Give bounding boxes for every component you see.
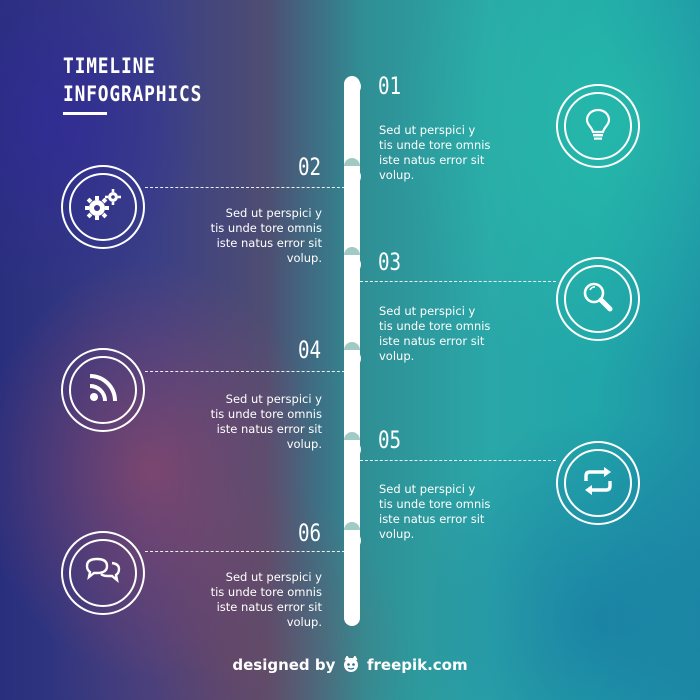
- title-line-2: INFOGRAPHICS: [63, 82, 203, 106]
- title-underline: [63, 112, 107, 115]
- footer-brand: freepik.com: [366, 656, 468, 674]
- step-icon-ring: [564, 265, 632, 333]
- description-line: volup.: [286, 437, 322, 451]
- step-number: 03: [378, 248, 402, 276]
- step-icon-circle: [556, 257, 640, 341]
- description-line: Sed ut perspici y: [379, 304, 476, 318]
- step-description: Sed ut perspici y tis unde tore omnis is…: [182, 570, 322, 630]
- rss-icon: [87, 372, 119, 408]
- step-number: 04: [298, 336, 322, 364]
- footer-prefix: designed by: [232, 656, 336, 674]
- connector-line: [145, 551, 345, 552]
- connector-line: [145, 371, 345, 372]
- search-icon: [582, 281, 614, 317]
- step-icon-circle: [61, 531, 145, 615]
- description-line: iste natus error sit: [379, 512, 485, 526]
- timeline-marker-05: [344, 441, 361, 458]
- page-title: TIMELINE INFOGRAPHICS: [63, 52, 202, 108]
- step-icon-ring: [564, 92, 632, 160]
- step-description: Sed ut perspici y tis unde tore omnis is…: [379, 304, 519, 364]
- step-icon-ring: [69, 356, 137, 424]
- refresh-icon: [581, 467, 615, 499]
- description-line: tis unde tore omnis: [379, 497, 491, 511]
- step-icon-circle: [556, 441, 640, 525]
- step-icon-circle: [61, 348, 145, 432]
- description-line: Sed ut perspici y: [225, 392, 322, 406]
- description-line: tis unde tore omnis: [210, 221, 322, 235]
- title-line-1: TIMELINE: [63, 54, 156, 78]
- step-description: Sed ut perspici y tis unde tore omnis is…: [379, 482, 519, 542]
- step-description: Sed ut perspici y tis unde tore omnis is…: [182, 392, 322, 452]
- step-icon-ring: [69, 173, 137, 241]
- timeline-marker-02: [344, 168, 361, 185]
- description-line: tis unde tore omnis: [379, 138, 491, 152]
- step-description: Sed ut perspici y tis unde tore omnis is…: [379, 123, 519, 183]
- description-line: Sed ut perspici y: [379, 123, 476, 137]
- description-line: volup.: [379, 349, 415, 363]
- timeline-marker-04: [344, 350, 361, 367]
- step-number: 06: [298, 519, 322, 547]
- step-icon-circle: [61, 165, 145, 249]
- connector-line: [360, 281, 556, 282]
- description-line: tis unde tore omnis: [210, 585, 322, 599]
- description-line: iste natus error sit: [379, 153, 485, 167]
- step-icon-ring: [69, 539, 137, 607]
- description-line: volup.: [286, 615, 322, 629]
- infographic-canvas: TIMELINE INFOGRAPHICS 01 Sed ut perspici…: [0, 0, 700, 700]
- footer-credit: designed by freepik.com: [0, 655, 700, 676]
- timeline-marker-01: [344, 78, 361, 95]
- description-line: volup.: [379, 168, 415, 182]
- step-number: 05: [378, 426, 402, 454]
- lightbulb-icon: [585, 108, 611, 144]
- freepik-logo-icon: [342, 655, 360, 676]
- description-line: Sed ut perspici y: [225, 570, 322, 584]
- description-line: tis unde tore omnis: [379, 319, 491, 333]
- step-number: 01: [378, 72, 402, 100]
- description-line: volup.: [286, 251, 322, 265]
- description-line: iste natus error sit: [379, 334, 485, 348]
- step-icon-ring: [564, 449, 632, 517]
- timeline-marker-06: [344, 532, 361, 549]
- connector-line: [145, 187, 345, 188]
- step-description: Sed ut perspici y tis unde tore omnis is…: [182, 206, 322, 266]
- description-line: iste natus error sit: [216, 600, 322, 614]
- description-line: volup.: [379, 527, 415, 541]
- chat-bubbles-icon: [84, 556, 122, 590]
- timeline-marker-03: [344, 256, 361, 273]
- step-number: 02: [298, 153, 322, 181]
- description-line: iste natus error sit: [216, 422, 322, 436]
- description-line: Sed ut perspici y: [225, 206, 322, 220]
- step-icon-circle: [556, 84, 640, 168]
- gears-icon: [83, 188, 123, 226]
- description-line: iste natus error sit: [216, 236, 322, 250]
- description-line: tis unde tore omnis: [210, 407, 322, 421]
- description-line: Sed ut perspici y: [379, 482, 476, 496]
- connector-line: [360, 460, 556, 461]
